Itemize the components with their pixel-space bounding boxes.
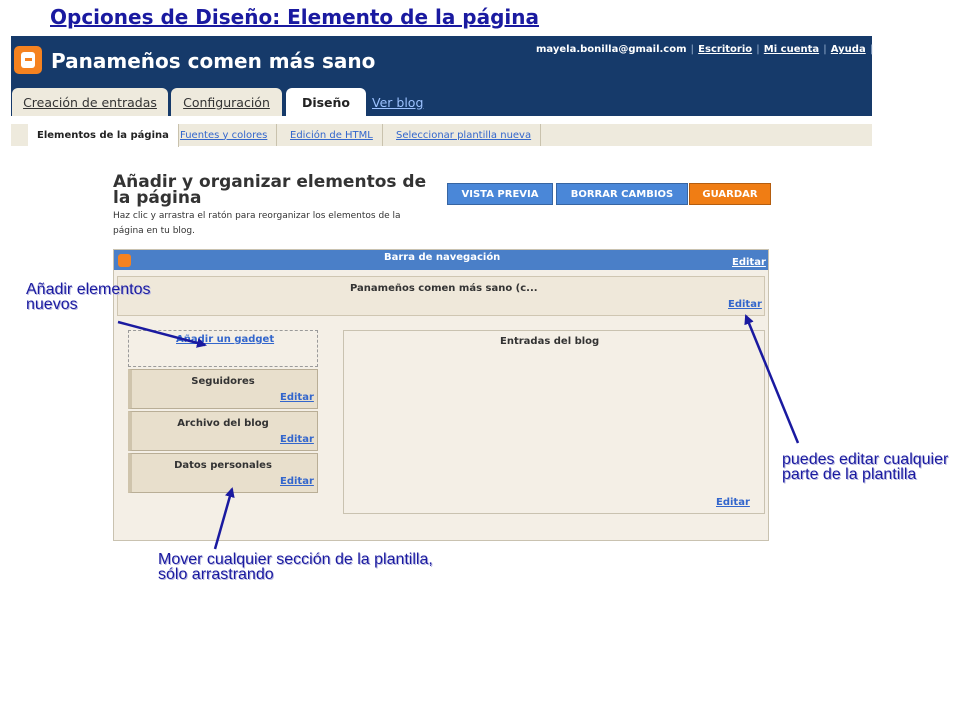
tab-creacion-entradas[interactable]: Creación de entradas [12, 88, 168, 116]
subtab-seleccionar-plantilla[interactable]: Seleccionar plantilla nueva [387, 124, 542, 146]
widget-title: Archivo del blog [177, 418, 269, 429]
tab-diseno[interactable]: Diseño [286, 88, 366, 116]
navbar-label: Barra de navegación [384, 252, 501, 263]
widget-title: Seguidores [191, 376, 255, 387]
subtab-fuentes-colores[interactable]: Fuentes y colores [171, 124, 278, 146]
tab-ver-blog[interactable]: Ver blog [372, 95, 423, 110]
add-gadget-link[interactable]: Añadir un gadget [176, 334, 274, 345]
link-mi-cuenta[interactable]: Mi cuenta [764, 44, 819, 55]
widget-archivo-blog[interactable] [128, 411, 318, 451]
link-ayuda[interactable]: Ayuda [831, 44, 866, 55]
clear-changes-button[interactable]: BORRAR CAMBIOS [556, 183, 688, 205]
header-widget[interactable] [117, 276, 765, 316]
annotation-move-sections: Mover cualquier sección de la plantilla,… [158, 551, 433, 583]
user-email: mayela.bonilla@gmail.com [536, 44, 687, 55]
annotation-edit-template: puedes editar cualquier parte de la plan… [782, 451, 949, 483]
widget-title: Datos personales [174, 460, 272, 471]
user-bar: mayela.bonilla@gmail.com | Escritorio | Mi c… [536, 44, 904, 55]
blog-title: Panameños comen más sano [51, 49, 376, 73]
annotation-add-elements: Añadir elementos nuevos [26, 281, 151, 313]
blog-posts-widget[interactable] [343, 330, 765, 514]
blog-posts-label: Entradas del blog [500, 336, 600, 347]
header-widget-label: Panameños comen más sano (c... [350, 283, 538, 294]
widget-datos-personales[interactable] [128, 453, 318, 493]
tab-configuracion[interactable]: Configuración [171, 88, 282, 116]
link-salir[interactable]: Salir [877, 44, 903, 55]
widget-edit-link[interactable]: Editar [280, 476, 314, 487]
slide-title: Opciones de Diseño: Elemento de la págin… [50, 5, 540, 29]
widget-edit-link[interactable]: Editar [280, 392, 314, 403]
page-heading: Añadir y organizar elementos de la págin… [113, 172, 427, 208]
link-escritorio[interactable]: Escritorio [698, 44, 752, 55]
widget-edit-link[interactable]: Editar [280, 434, 314, 445]
subtab-elementos-pagina[interactable]: Elementos de la página [28, 124, 179, 147]
blog-posts-edit-link[interactable]: Editar [716, 497, 750, 508]
widget-seguidores[interactable] [128, 369, 318, 409]
save-button[interactable]: GUARDAR [689, 183, 771, 205]
blogger-navbar-icon [118, 254, 131, 267]
navbar-edit-link[interactable]: Editar [732, 257, 766, 268]
header-edit-link[interactable]: Editar [728, 299, 762, 310]
blogger-logo-icon[interactable] [14, 46, 42, 74]
preview-button[interactable]: VISTA PREVIA [447, 183, 553, 205]
subtab-edicion-html[interactable]: Edición de HTML [281, 124, 383, 146]
page-description: Haz clic y arrastra el ratón para reorga… [113, 211, 401, 236]
